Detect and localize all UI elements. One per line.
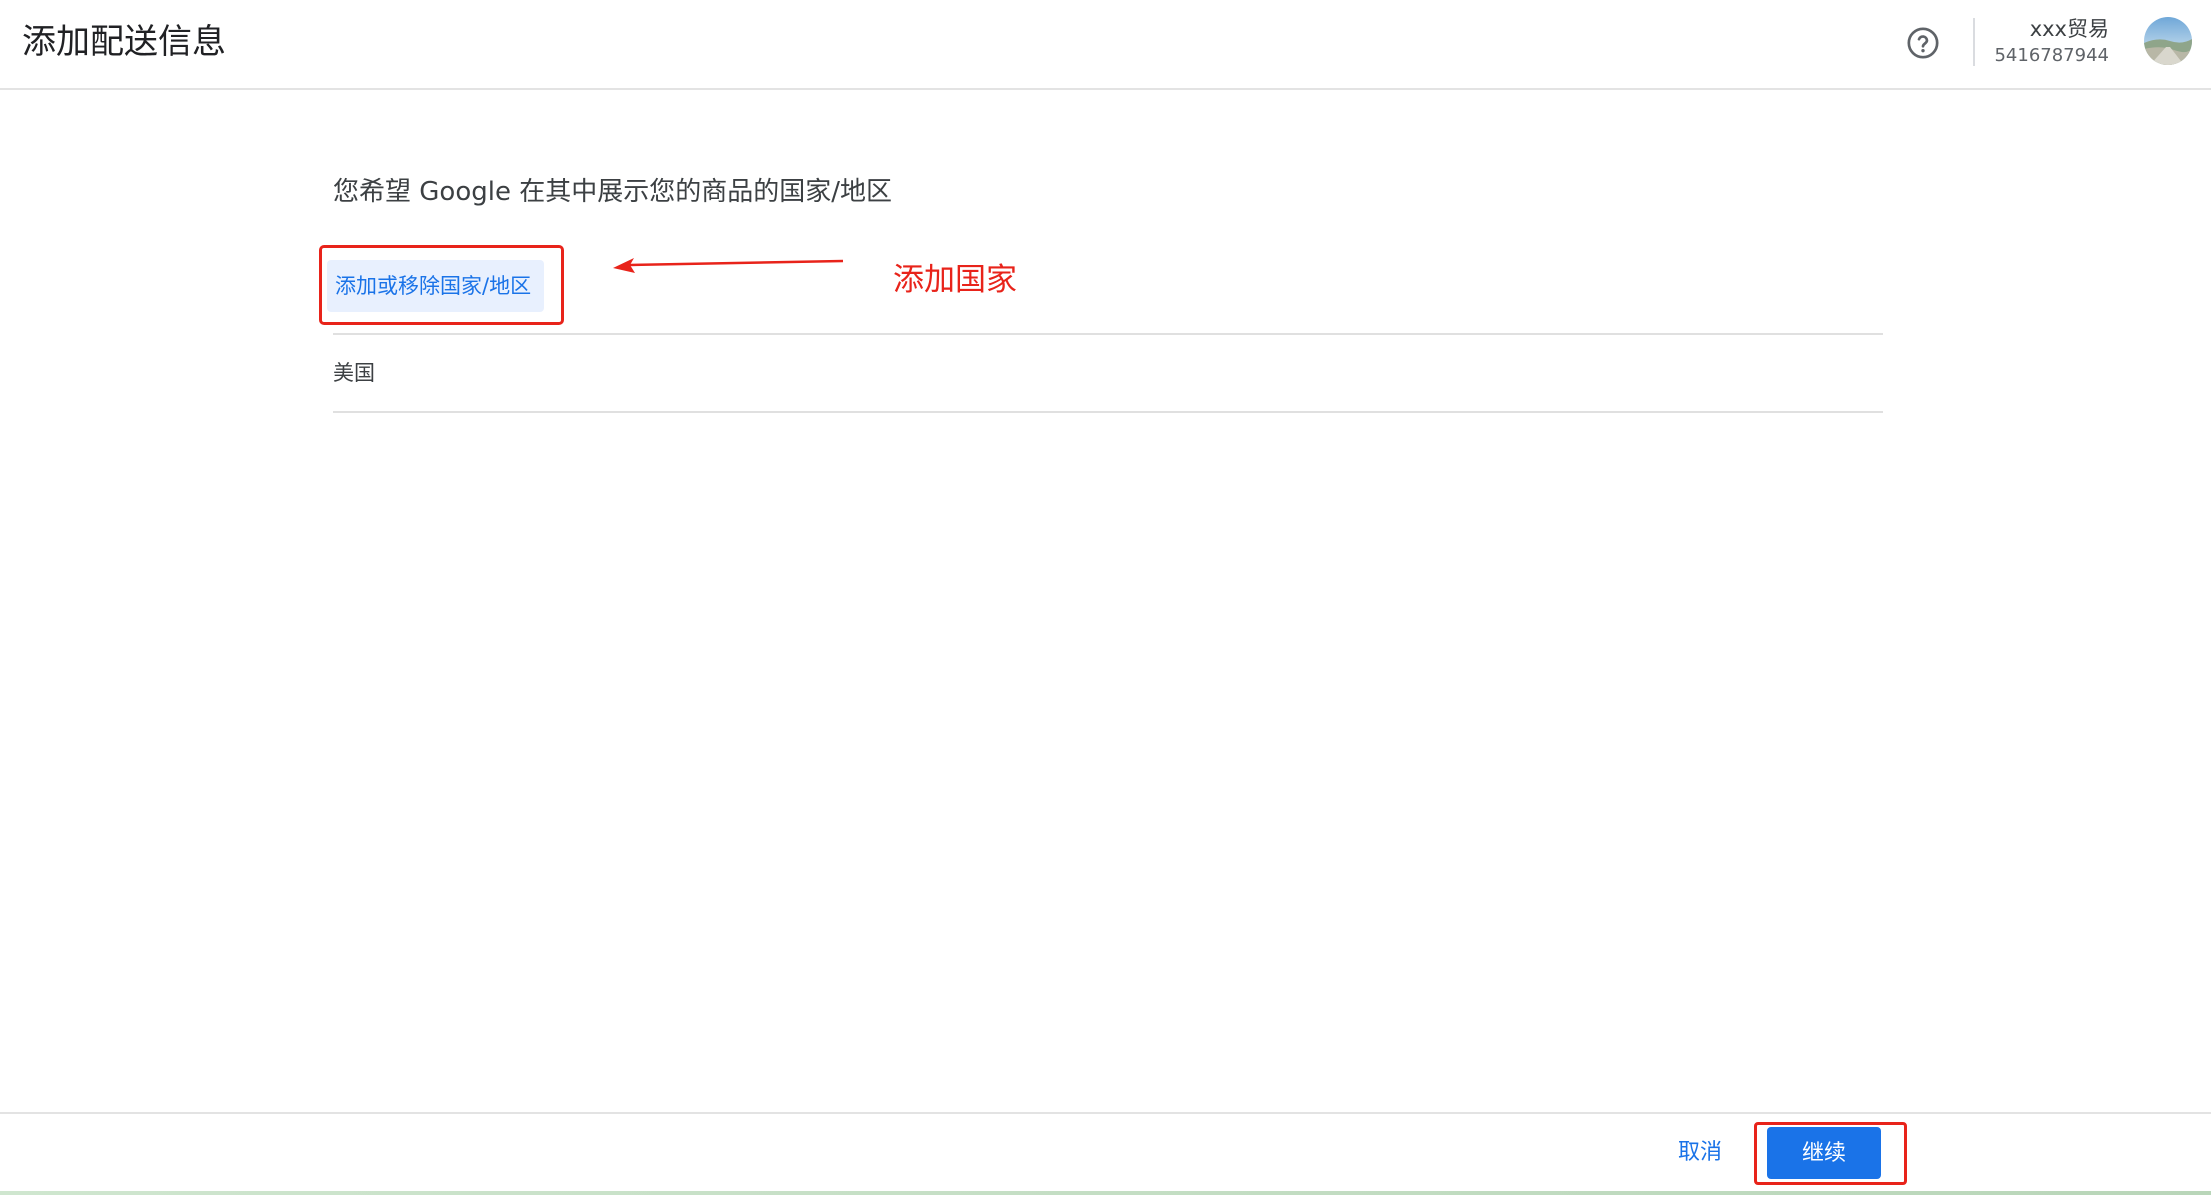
annotation-highlight-box bbox=[1754, 1122, 1907, 1185]
bottom-edge-line bbox=[0, 1191, 2211, 1195]
divider bbox=[333, 411, 1883, 413]
cancel-button[interactable]: 取消 bbox=[1666, 1127, 1734, 1179]
annotation-label: 添加国家 bbox=[893, 262, 1017, 298]
country-list-item: 美国 bbox=[333, 361, 375, 385]
header-divider bbox=[1973, 18, 1975, 66]
divider bbox=[333, 333, 1883, 335]
annotation-arrow-icon bbox=[613, 258, 844, 273]
account-name: xxx贸易 bbox=[2029, 17, 2109, 41]
page-title: 添加配送信息 bbox=[22, 22, 226, 62]
account-id: 5416787944 bbox=[1994, 45, 2109, 66]
country-question: 您希望 Google 在其中展示您的商品的国家/地区 bbox=[333, 177, 892, 207]
account-info[interactable]: xxx贸易 5416787944 bbox=[1994, 15, 2109, 69]
top-app-bar: 添加配送信息 xxx贸易 5416787944 bbox=[0, 0, 2211, 90]
account-avatar-icon[interactable] bbox=[2144, 17, 2192, 65]
help-circle-icon[interactable] bbox=[1906, 26, 1940, 60]
annotation-highlight-box bbox=[319, 245, 564, 325]
